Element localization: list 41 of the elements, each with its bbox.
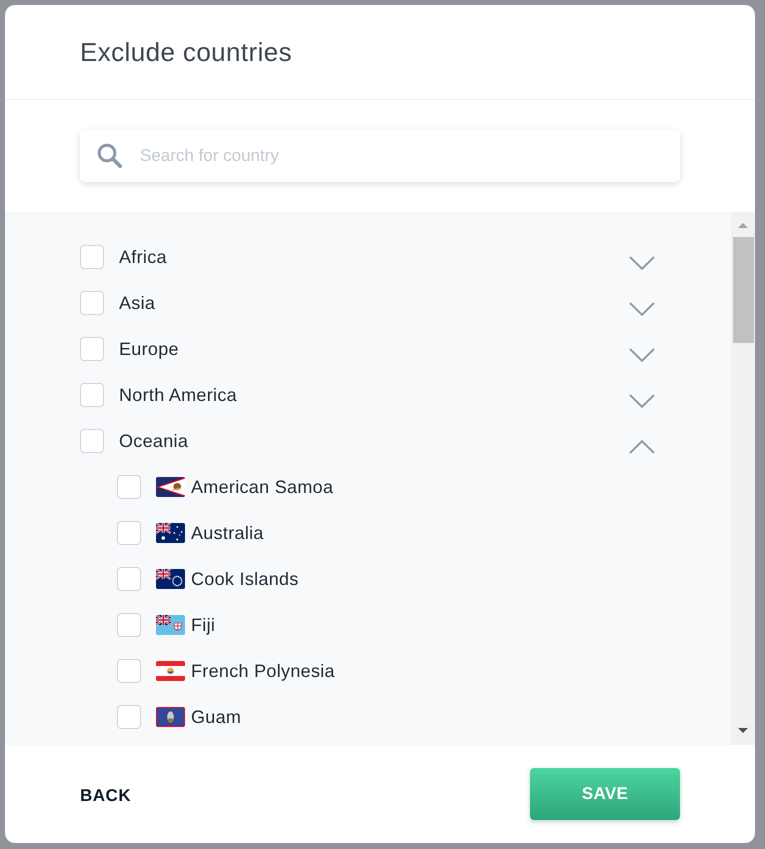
country-label: American Samoa — [191, 476, 334, 498]
chevron-down-icon[interactable] — [629, 256, 655, 270]
region-label: Africa — [119, 246, 167, 268]
checkbox[interactable] — [117, 613, 141, 637]
flag-icon — [156, 523, 185, 543]
scroll-up-arrow-icon[interactable] — [738, 223, 748, 228]
checkbox[interactable] — [117, 567, 141, 591]
country-label: French Polynesia — [191, 660, 335, 682]
scrollbar-thumb[interactable] — [732, 237, 754, 343]
region-label: Asia — [119, 292, 156, 314]
dialog-title: Exclude countries — [80, 36, 292, 68]
flag-icon — [156, 615, 185, 635]
region-label: Europe — [119, 338, 179, 360]
checkbox[interactable] — [80, 291, 104, 315]
search-icon — [97, 143, 122, 168]
checkbox[interactable] — [80, 429, 104, 453]
checkbox[interactable] — [80, 337, 104, 361]
flag-icon — [156, 707, 185, 727]
region-label: North America — [119, 384, 237, 406]
region-label: Oceania — [119, 430, 188, 452]
country-label: Fiji — [191, 614, 216, 636]
scroll-down-arrow-icon[interactable] — [738, 728, 748, 733]
scrollbar[interactable] — [731, 212, 755, 745]
flag-icon — [156, 477, 185, 497]
checkbox[interactable] — [80, 383, 104, 407]
country-label: Cook Islands — [191, 568, 299, 590]
checkbox[interactable] — [117, 705, 141, 729]
back-button[interactable]: BACK — [80, 786, 132, 806]
chevron-down-icon[interactable] — [629, 348, 655, 362]
country-label: Australia — [191, 522, 264, 544]
country-label: Guam — [191, 706, 242, 728]
chevron-down-icon[interactable] — [629, 394, 655, 408]
checkbox[interactable] — [80, 245, 104, 269]
chevron-down-icon[interactable] — [629, 302, 655, 316]
checkbox[interactable] — [117, 659, 141, 683]
checkbox[interactable] — [117, 521, 141, 545]
flag-icon — [156, 661, 185, 681]
checkbox[interactable] — [117, 475, 141, 499]
flag-icon — [156, 569, 185, 589]
search-field[interactable]: Search for country — [80, 130, 680, 182]
chevron-up-icon[interactable] — [629, 440, 655, 454]
